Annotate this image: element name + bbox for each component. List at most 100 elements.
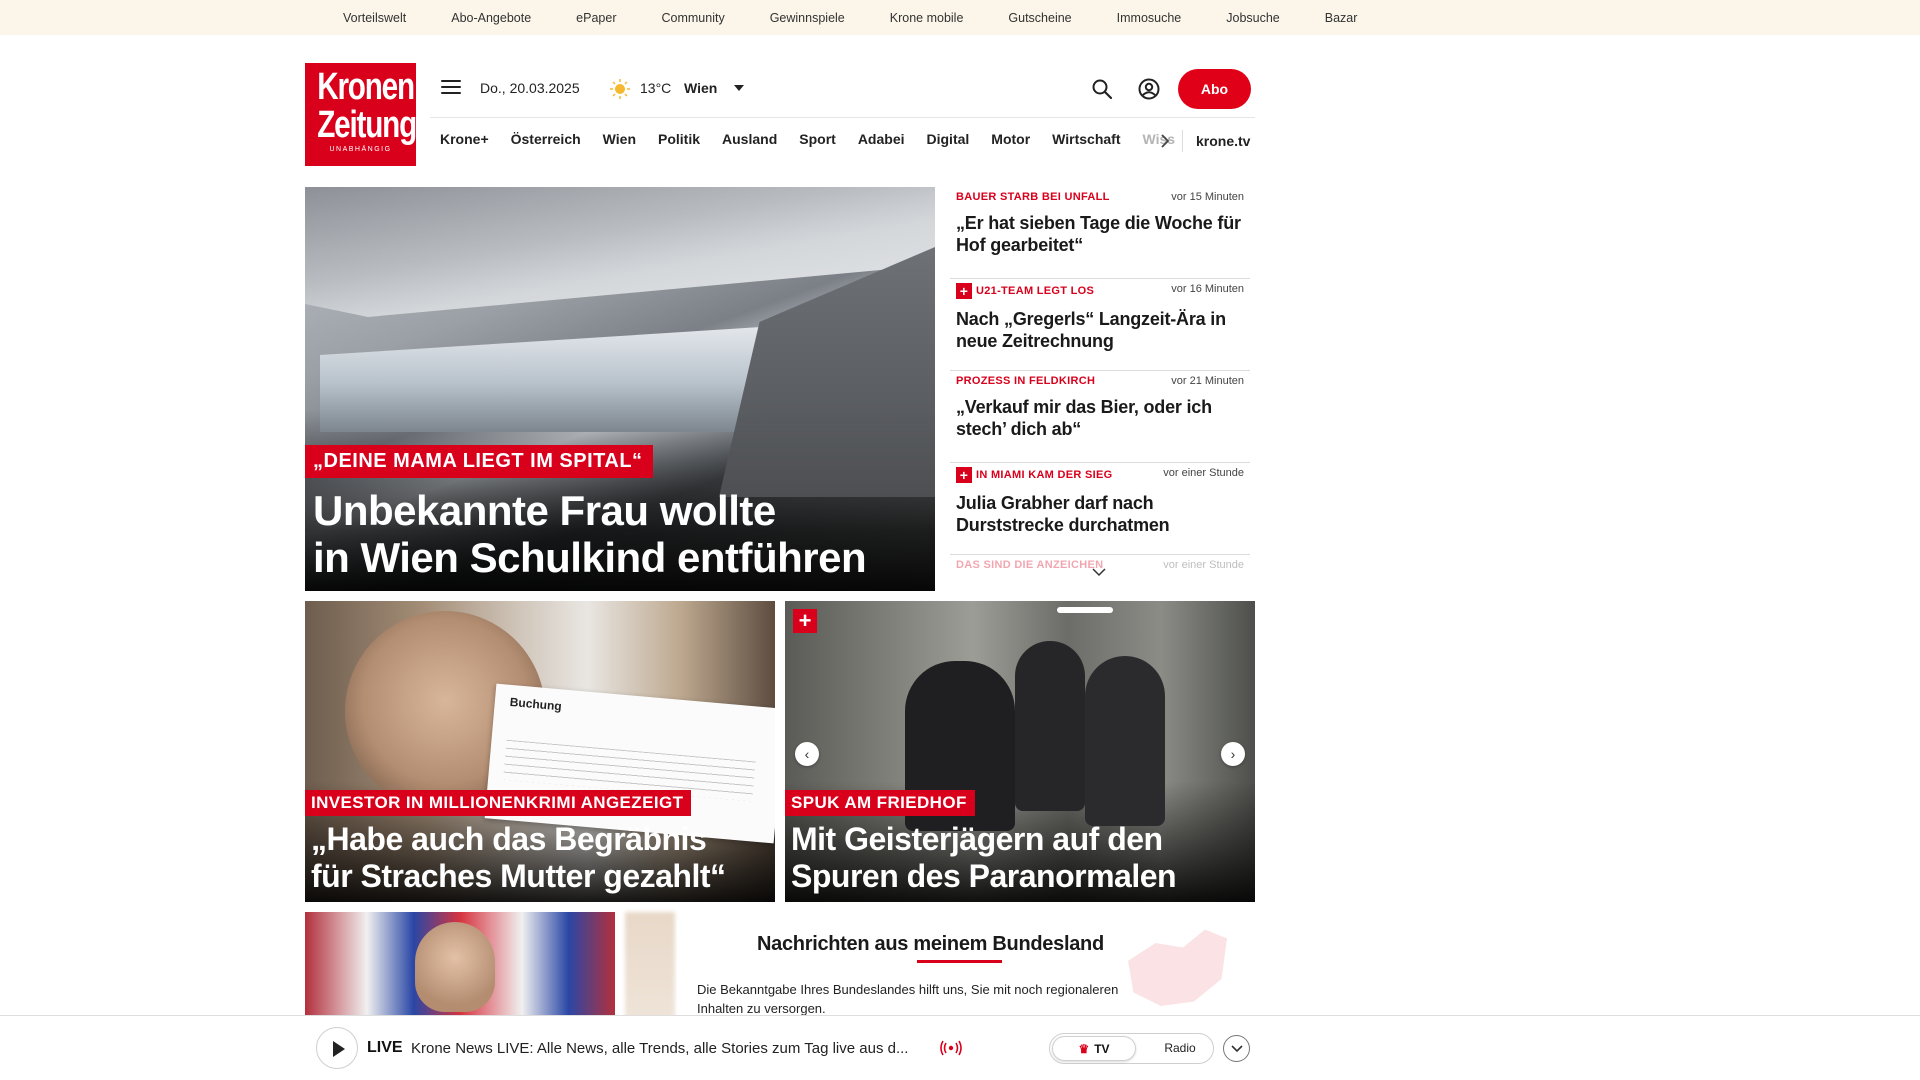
utility-link-immosuche[interactable]: Immosuche (1117, 11, 1182, 25)
card-image-person (1015, 641, 1085, 811)
tv-toggle-option[interactable]: ♛ TV (1052, 1036, 1136, 1061)
utility-link-jobsuche[interactable]: Jobsuche (1226, 11, 1280, 25)
tv-radio-toggle: ♛ TV Radio (1049, 1033, 1214, 1064)
hero-kicker: „DEINE MAMA LIEGT IM SPITAL“ (305, 445, 653, 478)
card-title[interactable]: „Habe auch das Begräbnis für Straches Mu… (311, 821, 771, 895)
live-stream-title[interactable]: Krone News LIVE: Alle News, alle Trends,… (411, 1040, 908, 1057)
crown-icon: ♛ (1078, 1042, 1090, 1056)
nav-divider (1182, 130, 1183, 152)
list-item[interactable]: BAUER STARB BEI UNFALL vor 15 Minuten „E… (950, 187, 1250, 279)
bundesland-title: Nachrichten aus meinem Bundesland (757, 933, 1104, 955)
nav-item-wissen[interactable]: Wiss (1143, 131, 1176, 147)
bundesland-description: Die Bekanntgabe Ihres Bundeslandes hilft… (697, 982, 1119, 1016)
article-time: vor 21 Minuten (1171, 375, 1244, 387)
article-time: vor einer Stunde (1163, 467, 1244, 479)
live-player-bar: LIVE Krone News LIVE: Alle News, alle Tr… (0, 1015, 1920, 1080)
nav-item-motor[interactable]: Motor (991, 131, 1030, 147)
carousel-next-button[interactable]: › (1221, 742, 1245, 766)
logo-line-2: Zeitung (317, 104, 417, 146)
abo-button[interactable]: Abo (1178, 69, 1251, 109)
utility-link-gewinnspiele[interactable]: Gewinnspiele (770, 11, 845, 25)
utility-link-abo-angebote[interactable]: Abo-Angebote (451, 11, 531, 25)
chevron-down-icon (1231, 1045, 1243, 1053)
article-title[interactable]: „Verkauf mir das Bier, oder ich stech’ d… (956, 396, 1244, 440)
header-divider (430, 117, 1255, 118)
article-time: vor 15 Minuten (1171, 191, 1244, 203)
card-kicker: INVESTOR IN MILLIONENKRIMI ANGEZEIGT (305, 790, 692, 816)
article-title[interactable]: Julia Grabher darf nach Durststrecke dur… (956, 492, 1244, 536)
card-title[interactable]: Mit Geisterjägern auf den Spuren des Par… (791, 821, 1251, 895)
utility-link-gutscheine[interactable]: Gutscheine (1008, 11, 1071, 25)
article-card-strache[interactable]: Buchung INVESTOR IN MILLIONENKRIMI ANGEZ… (305, 601, 775, 902)
carousel-indicator[interactable] (1057, 607, 1113, 613)
article-title[interactable]: Nach „Gregerls“ Langzeit-Ära in neue Zei… (956, 308, 1244, 352)
nav-item-oesterreich[interactable]: Österreich (511, 131, 581, 147)
nav-item-wirtschaft[interactable]: Wirtschaft (1052, 131, 1120, 147)
krone-plus-icon: + (793, 609, 817, 633)
carousel-prev-button[interactable]: ‹ (795, 742, 819, 766)
utility-link-community[interactable]: Community (661, 11, 724, 25)
list-item[interactable]: PROZESS IN FELDKIRCH vor 21 Minuten „Ver… (950, 371, 1250, 463)
expand-player-button[interactable] (1223, 1035, 1250, 1062)
nav-item-digital[interactable]: Digital (927, 131, 970, 147)
list-item[interactable]: + U21-TEAM LEGT LOS vor 16 Minuten Nach „… (950, 279, 1250, 371)
utility-link-epaper[interactable]: ePaper (576, 11, 616, 25)
play-icon (333, 1041, 345, 1057)
radio-toggle-option[interactable]: Radio (1150, 1036, 1210, 1061)
nav-item-krone-plus[interactable]: Krone+ (440, 131, 489, 147)
card-kicker: SPUK AM FRIEDHOF (785, 790, 975, 816)
card-title-line-1: Mit Geisterjägern auf den (791, 821, 1163, 857)
top-utility-bar: Vorteilswelt Abo-Angebote ePaper Communi… (0, 0, 1920, 35)
kronen-zeitung-logo[interactable]: Kronen Zeitung UNABHÄNGIG (305, 63, 417, 166)
hero-title-line-1: Unbekannte Frau wollte (313, 487, 776, 534)
nav-item-adabei[interactable]: Adabei (858, 131, 905, 147)
article-kicker-text: U21-TEAM LEGT LOS (976, 285, 1095, 297)
document-title: Buchung (509, 694, 563, 714)
chevron-right-icon[interactable] (1160, 133, 1170, 149)
utility-link-vorteilswelt[interactable]: Vorteilswelt (343, 11, 406, 25)
search-icon[interactable] (1091, 78, 1113, 100)
current-date: Do., 20.03.2025 (480, 80, 580, 96)
card-title-line-1: „Habe auch das Begräbnis (311, 821, 707, 857)
temperature: 13°C (640, 80, 672, 96)
list-item[interactable]: + IN MIAMI KAM DER SIEG vor einer Stunde … (950, 463, 1250, 555)
city-selector[interactable]: Wien (684, 80, 717, 96)
utility-link-bazar[interactable]: Bazar (1325, 11, 1358, 25)
krone-plus-icon: + (956, 467, 972, 483)
card-image-person (1085, 656, 1165, 826)
sun-icon (610, 79, 630, 99)
article-time: vor einer Stunde (1163, 559, 1244, 571)
bundesland-title-underline (917, 960, 1002, 963)
logo-line-1: Kronen (317, 66, 415, 108)
latest-news-list: BAUER STARB BEI UNFALL vor 15 Minuten „E… (950, 187, 1250, 583)
chevron-down-icon[interactable] (734, 85, 744, 91)
card-title-line-2: Spuren des Paranormalen (791, 858, 1177, 894)
card-image-document: Buchung (484, 683, 775, 844)
article-card-geisterjaeger[interactable]: + ‹ › SPUK AM FRIEDHOF Mit Geisterjägern… (785, 601, 1255, 902)
hamburger-menu-icon[interactable] (441, 80, 461, 96)
user-account-icon[interactable] (1138, 78, 1160, 100)
utility-nav: Vorteilswelt Abo-Angebote ePaper Communi… (343, 0, 1402, 35)
utility-link-krone-mobile[interactable]: Krone mobile (890, 11, 964, 25)
hero-article[interactable]: „DEINE MAMA LIEGT IM SPITAL“ Unbekannte … (305, 187, 935, 591)
main-navigation: Krone+ Österreich Wien Politik Ausland S… (440, 131, 1179, 147)
article-title[interactable]: „Er hat sieben Tage die Woche für Hof ge… (956, 212, 1244, 256)
broadcast-icon (940, 1040, 962, 1056)
tv-label: TV (1094, 1042, 1110, 1056)
hero-title[interactable]: Unbekannte Frau wollte in Wien Schulkind… (313, 487, 933, 581)
card-title-line-2: für Straches Mutter gezahlt“ (311, 858, 726, 894)
live-label: LIVE (367, 1039, 403, 1056)
nav-item-politik[interactable]: Politik (658, 131, 700, 147)
hero-title-line-2: in Wien Schulkind entführen (313, 534, 867, 581)
nav-item-wien[interactable]: Wien (603, 131, 636, 147)
article-time: vor 16 Minuten (1171, 283, 1244, 295)
play-button[interactable] (316, 1027, 358, 1069)
thumbnail-portrait (415, 922, 495, 1012)
chevron-down-icon[interactable] (1092, 567, 1106, 577)
nav-item-krone-tv[interactable]: krone.tv (1196, 133, 1250, 149)
logo-tagline: UNABHÄNGIG (329, 146, 392, 153)
nav-item-ausland[interactable]: Ausland (722, 131, 777, 147)
nav-item-sport[interactable]: Sport (799, 131, 836, 147)
krone-plus-icon: + (956, 283, 972, 299)
article-kicker-text: IN MIAMI KAM DER SIEG (976, 469, 1113, 481)
